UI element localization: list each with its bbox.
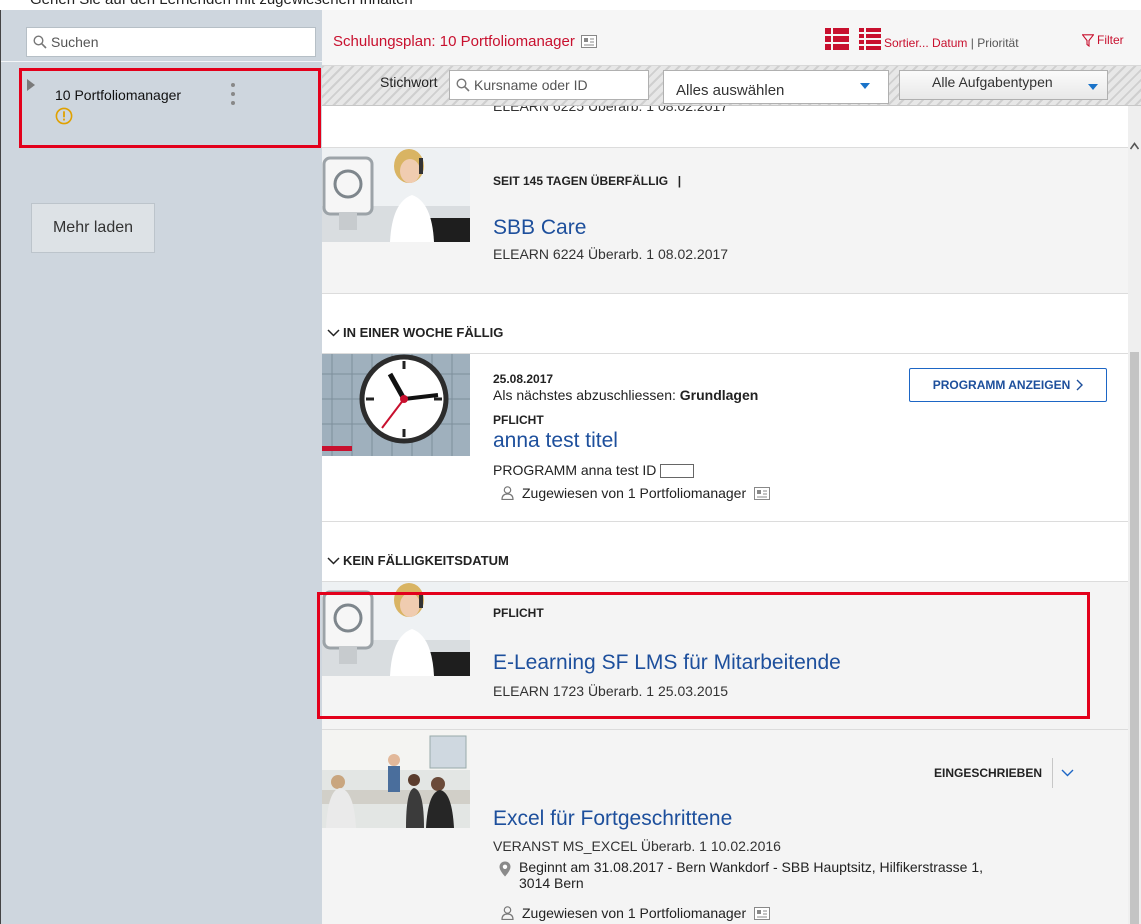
view-toggle [825, 28, 881, 50]
location-pin-icon [499, 861, 511, 877]
course-thumbnail-call-center [322, 148, 470, 242]
assigned-line: Zugewiesen von 1 Portfoliomanager [501, 905, 771, 921]
location-line-2: 3014 Bern [519, 875, 584, 891]
top-cutoff-text: Gehen Sie auf den Lernenden mit zugewies… [30, 0, 413, 8]
sort-separator: | [970, 36, 974, 50]
card-icon[interactable] [580, 35, 597, 48]
course-card-excel[interactable]: EINGESCHRIEBEN Excel für Fortgeschritten… [322, 730, 1128, 924]
section-no-due-date[interactable]: KEIN FÄLLIGKEITSDATUM [322, 522, 1128, 582]
warning-icon [55, 107, 73, 125]
location-text: Beginnt am 31.08.2017 - Bern Wankdorf - … [519, 859, 983, 891]
overdue-status: SEIT 145 TAGEN ÜBERFÄLLIG [493, 174, 669, 188]
select-all-value: Alles auswählen [676, 82, 785, 99]
task-types-dropdown[interactable]: Alle Aufgabentypen [899, 70, 1108, 100]
next-step-prefix: Als nächstes abzuschliessen: [493, 387, 680, 403]
course-title-excel[interactable]: Excel für Fortgeschrittene [493, 807, 732, 831]
course-thumbnail-classroom [322, 730, 470, 828]
select-all-dropdown[interactable]: Alles auswählen [663, 70, 889, 104]
chevron-down-icon [1088, 84, 1098, 90]
course-thumbnail-station-clock [322, 354, 470, 456]
task-types-value: Alle Aufgabentypen [932, 74, 1053, 90]
page-title-text: Schulungsplan: 10 Portfoliomanager [333, 33, 575, 50]
assigned-text: Zugewiesen von 1 Portfoliomanager [522, 485, 747, 501]
status-separator: | [677, 174, 682, 188]
chevron-down-icon[interactable] [1061, 769, 1074, 777]
location-line: Beginnt am 31.08.2017 - Bern Wankdorf - … [499, 859, 983, 891]
sidebar-divider [1, 61, 323, 62]
sort-controls: Sortier... Datum | Priorität [884, 36, 1019, 50]
chevron-down-icon [327, 328, 340, 337]
course-card-sbb-care[interactable]: SEIT 145 TAGEN ÜBERFÄLLIG | SBB Care ELE… [322, 148, 1128, 294]
enrolled-status: EINGESCHRIEBEN [934, 758, 1074, 788]
chevron-right-icon [1076, 379, 1084, 391]
keyword-search-input[interactable]: Kursname oder ID [449, 70, 649, 100]
section-label: IN EINER WOCHE FÄLLIG [327, 325, 503, 340]
scrollbar[interactable] [1128, 106, 1141, 924]
id-field [660, 464, 695, 479]
section-label-text: KEIN FÄLLIGKEITSDATUM [343, 553, 509, 568]
expand-triangle-icon[interactable] [27, 79, 35, 91]
location-line-1: Beginnt am 31.08.2017 - Bern Wankdorf - … [519, 859, 984, 875]
sort-date[interactable]: Datum [932, 36, 967, 50]
mandatory-badge: PFLICHT [493, 413, 544, 427]
program-id-text: PROGRAMM anna test ID [493, 462, 657, 478]
search-icon [33, 35, 47, 49]
sidebar-search-input[interactable]: Suchen [26, 27, 316, 57]
chevron-down-icon [327, 556, 340, 565]
course-card-anna-test-titel[interactable]: 25.08.2017 Als nächstes abzuschliessen: … [322, 354, 1128, 522]
filter-button[interactable]: Filter [1082, 33, 1124, 47]
page-title: Schulungsplan: 10 Portfoliomanager [333, 33, 597, 50]
assigned-line: Zugewiesen von 1 Portfoliomanager [501, 485, 771, 501]
course-title-sbb-care[interactable]: SBB Care [493, 216, 586, 240]
highlight-box [317, 592, 1090, 719]
chevron-down-icon [860, 83, 870, 89]
detail-list-view-icon[interactable] [859, 28, 881, 50]
section-due-in-week[interactable]: IN EINER WOCHE FÄLLIG [322, 294, 1128, 354]
header: Schulungsplan: 10 Portfoliomanager Sorti… [322, 10, 1141, 66]
sort-label[interactable]: Sortier... [884, 36, 929, 50]
list-item-partial[interactable]: ELEARN 6225 Überarb. 1 08.02.2017 [322, 106, 1128, 148]
kebab-menu-icon[interactable] [227, 83, 239, 105]
card-icon[interactable] [754, 486, 771, 500]
course-title-anna[interactable]: anna test titel [493, 429, 618, 453]
load-more-button[interactable]: Mehr laden [31, 203, 155, 253]
keyword-label: Stichwort [380, 74, 438, 90]
list-view-icon[interactable] [825, 28, 849, 50]
scrollbar-thumb[interactable] [1130, 352, 1139, 924]
main-panel: Schulungsplan: 10 Portfoliomanager Sorti… [322, 10, 1141, 924]
show-program-button[interactable]: PROGRAMM ANZEIGEN [909, 368, 1107, 402]
next-step-value: Grundlagen [679, 387, 759, 403]
show-program-label: PROGRAMM ANZEIGEN [932, 378, 1071, 392]
course-id-line: VERANST MS_EXCEL Überarb. 1 10.02.2016 [493, 838, 781, 854]
partial-id-line: ELEARN 6225 Überarb. 1 08.02.2017 [493, 106, 729, 114]
course-status-line: SEIT 145 TAGEN ÜBERFÄLLIG | [493, 173, 681, 188]
keyword-placeholder: Kursname oder ID [474, 77, 588, 93]
course-id-line: ELEARN 6224 Überarb. 1 08.02.2017 [493, 246, 729, 262]
search-icon [456, 78, 470, 92]
filter-icon [1082, 33, 1094, 47]
section-label: KEIN FÄLLIGKEITSDATUM [327, 553, 509, 568]
top-cutoff-caption: Gehen Sie auf den Lernenden mit zugewies… [0, 0, 1141, 10]
next-step-line: Als nächstes abzuschliessen: Grundlagen [493, 387, 758, 403]
search-placeholder: Suchen [51, 34, 99, 50]
sidebar: Suchen 10 Portfoliomanager Mehr laden [0, 10, 323, 924]
portfolio-item-label: 10 Portfoliomanager [55, 87, 182, 103]
person-icon [501, 906, 514, 920]
portfolio-item-10-portfoliomanager[interactable]: 10 Portfoliomanager [19, 68, 321, 148]
enrolled-label: EINGESCHRIEBEN [934, 766, 1043, 780]
program-id-line: PROGRAMM anna test ID [493, 462, 695, 479]
card-icon[interactable] [754, 906, 771, 920]
assigned-text: Zugewiesen von 1 Portfoliomanager [522, 905, 747, 921]
section-label-text: IN EINER WOCHE FÄLLIG [343, 325, 504, 340]
filter-label: Filter [1097, 33, 1124, 47]
person-icon [501, 486, 514, 500]
sort-priority[interactable]: Priorität [977, 36, 1018, 50]
due-date: 25.08.2017 [493, 372, 554, 386]
scroll-up-icon[interactable] [1130, 142, 1139, 150]
filter-bar: Stichwort Kursname oder ID Alles auswähl… [322, 66, 1141, 106]
